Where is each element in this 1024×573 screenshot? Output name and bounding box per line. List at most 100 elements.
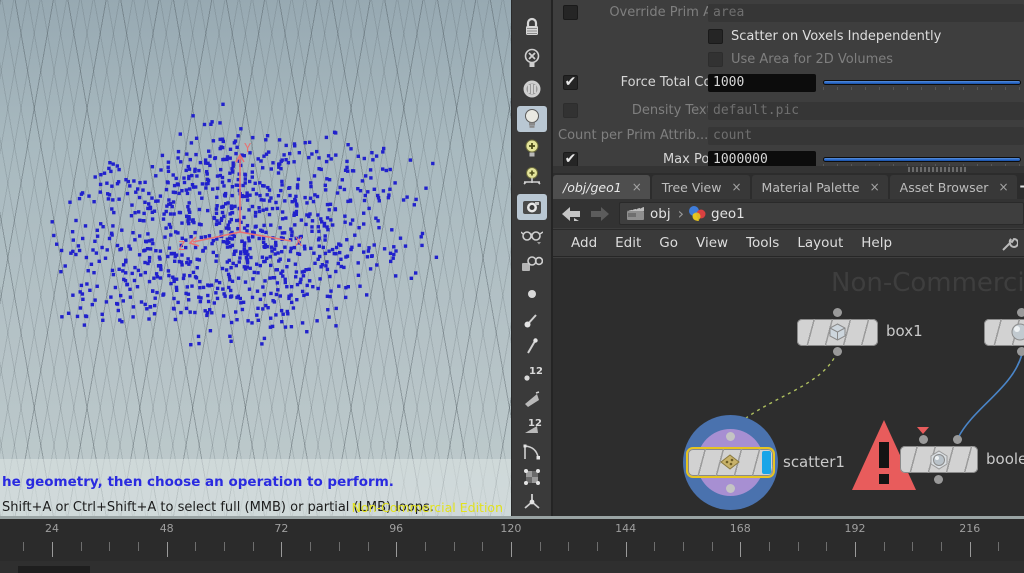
number-12-point-icon[interactable]: 12: [517, 360, 547, 386]
node-box1[interactable]: [797, 319, 878, 346]
timeline-minor-tick: [540, 542, 541, 551]
scatter1-display-flag[interactable]: [762, 451, 771, 474]
breadcrumb-root[interactable]: obj: [650, 206, 671, 222]
number-12-prim-icon[interactable]: 12: [517, 413, 547, 439]
breadcrumb[interactable]: obj › geo1: [619, 202, 1024, 225]
sphere-icon: [1010, 322, 1024, 342]
breadcrumb-current[interactable]: geo1: [711, 206, 745, 222]
timeline-minor-tick: [454, 542, 455, 551]
brush-dot-icon[interactable]: [517, 307, 547, 333]
param-scrollbar[interactable]: [553, 166, 1024, 173]
pen-icon[interactable]: [517, 334, 547, 360]
density-texture-field[interactable]: default.pic: [708, 102, 1024, 120]
tab-close-icon[interactable]: ×: [870, 180, 880, 194]
bulb-pin-icon[interactable]: [517, 164, 547, 190]
network-wires: [553, 258, 1024, 516]
timeline-minor-tick: [826, 542, 827, 551]
timeline-minor-tick: [884, 542, 885, 551]
tab-close-icon[interactable]: ×: [998, 180, 1008, 194]
force-total-count-field[interactable]: 1000: [708, 74, 816, 92]
tab-close-icon[interactable]: ×: [731, 180, 741, 194]
geometry-icon: [687, 205, 707, 223]
menu-help[interactable]: Help: [861, 235, 892, 251]
override-prim-area-field[interactable]: area: [708, 4, 1024, 22]
override-prim-area-checkbox[interactable]: [563, 5, 578, 20]
menu-layout[interactable]: Layout: [797, 235, 843, 251]
point-icon[interactable]: [517, 281, 547, 307]
viewport-canvas: Y X Z: [0, 0, 511, 516]
use-area-2d-checkbox[interactable]: [708, 52, 723, 67]
lock-icon[interactable]: [517, 14, 547, 40]
tab-asset-browser[interactable]: Asset Browser×: [890, 175, 1017, 199]
glasses-box-icon[interactable]: [517, 251, 547, 277]
timeline-major-tick: [281, 542, 282, 557]
tab-material-palette[interactable]: Material Palette×: [752, 175, 888, 199]
tab-close-icon[interactable]: ×: [632, 180, 642, 194]
parameter-editor: Override Prim Area area Scatter on Voxel…: [553, 0, 1024, 172]
new-tab-button[interactable]: +: [1019, 175, 1024, 199]
viewport-watermark: Non-Commercial Edition: [352, 500, 503, 515]
bulb-icon[interactable]: [517, 106, 547, 132]
timeline-major-tick: [511, 542, 512, 557]
timeline-minor-tick: [425, 542, 426, 551]
viewport-hint-primary: he geometry, then choose an operation to…: [2, 474, 394, 490]
boolean-input-dot-b[interactable]: [953, 435, 962, 444]
scatter1-input-dot[interactable]: [726, 432, 735, 441]
boolean-input-dot-a[interactable]: [919, 435, 928, 444]
timeline-major-tick: [740, 542, 741, 557]
svg-text:12: 12: [529, 366, 542, 377]
current-frame-box[interactable]: [18, 566, 90, 573]
force-total-count-checkbox[interactable]: ✔: [563, 75, 578, 90]
wrench-icon[interactable]: [1000, 235, 1018, 253]
node-partial-right[interactable]: [984, 319, 1024, 346]
boolean-sphere-icon: [929, 450, 949, 470]
bulb-x-icon[interactable]: [517, 46, 547, 72]
menu-add[interactable]: Add: [571, 235, 597, 251]
menu-go[interactable]: Go: [659, 235, 678, 251]
tab-label: /obj/geo1: [563, 180, 622, 195]
timeline-major-tick: [396, 542, 397, 557]
timeline-minor-tick: [23, 542, 24, 551]
edge-node-input-dot[interactable]: [1017, 308, 1024, 317]
back-arrow-icon[interactable]: [560, 205, 582, 223]
checker-selection-icon[interactable]: [517, 464, 547, 490]
timeline-minor-tick: [568, 542, 569, 551]
dial-icon[interactable]: [517, 76, 547, 102]
viewport-message-bar: he geometry, then choose an operation to…: [0, 459, 511, 516]
param-row-override-prim-area: Override Prim Area area: [553, 4, 1024, 22]
playbar-timeline[interactable]: 24487296120144168192216: [0, 519, 1024, 561]
tab-tree-view[interactable]: Tree View ×: [652, 175, 750, 199]
scatter1-output-dot[interactable]: [726, 484, 735, 493]
timeline-minor-tick: [195, 542, 196, 551]
box1-input-dot[interactable]: [833, 308, 842, 317]
glasses-icon[interactable]: [517, 224, 547, 250]
density-texture-checkbox[interactable]: [563, 103, 578, 118]
scatter-voxels-checkbox[interactable]: [708, 29, 723, 44]
tab--obj-geo1[interactable]: /obj/geo1 ×: [553, 175, 650, 199]
clipped-top-icon[interactable]: [517, 0, 547, 8]
node-boolean1[interactable]: [900, 446, 978, 473]
force-total-count-slider[interactable]: [823, 74, 1021, 92]
max-points-checkbox[interactable]: ✔: [563, 152, 578, 167]
forward-arrow-icon[interactable]: [589, 205, 611, 223]
boolean-output-dot[interactable]: [934, 475, 943, 484]
tab-label: Tree View: [662, 180, 722, 195]
box1-output-dot[interactable]: [833, 347, 842, 356]
menu-view[interactable]: View: [696, 235, 728, 251]
count-per-prim-field[interactable]: count: [708, 127, 1024, 145]
node-scatter1[interactable]: [688, 449, 773, 476]
menu-tools[interactable]: Tools: [746, 235, 779, 251]
obj-network-icon: [626, 205, 646, 222]
bulb-plus-icon[interactable]: [517, 136, 547, 162]
houdini-window: Y X Z he geometry, then choose an operat…: [0, 0, 1024, 573]
curve-handle-icon[interactable]: [517, 440, 547, 466]
timeline-major-tick: [970, 542, 971, 557]
camera-icon[interactable]: [517, 194, 547, 220]
param-row-density-texture: Density Texture default.pic: [553, 102, 1024, 120]
timeline-minor-tick: [769, 542, 770, 551]
edge-node-output-dot[interactable]: [1017, 347, 1024, 356]
brush-flag-icon[interactable]: [517, 387, 547, 413]
scene-viewport[interactable]: Y X Z he geometry, then choose an operat…: [0, 0, 511, 516]
menu-edit[interactable]: Edit: [615, 235, 641, 251]
network-editor[interactable]: Non-Commercial Edition box1: [553, 258, 1024, 516]
